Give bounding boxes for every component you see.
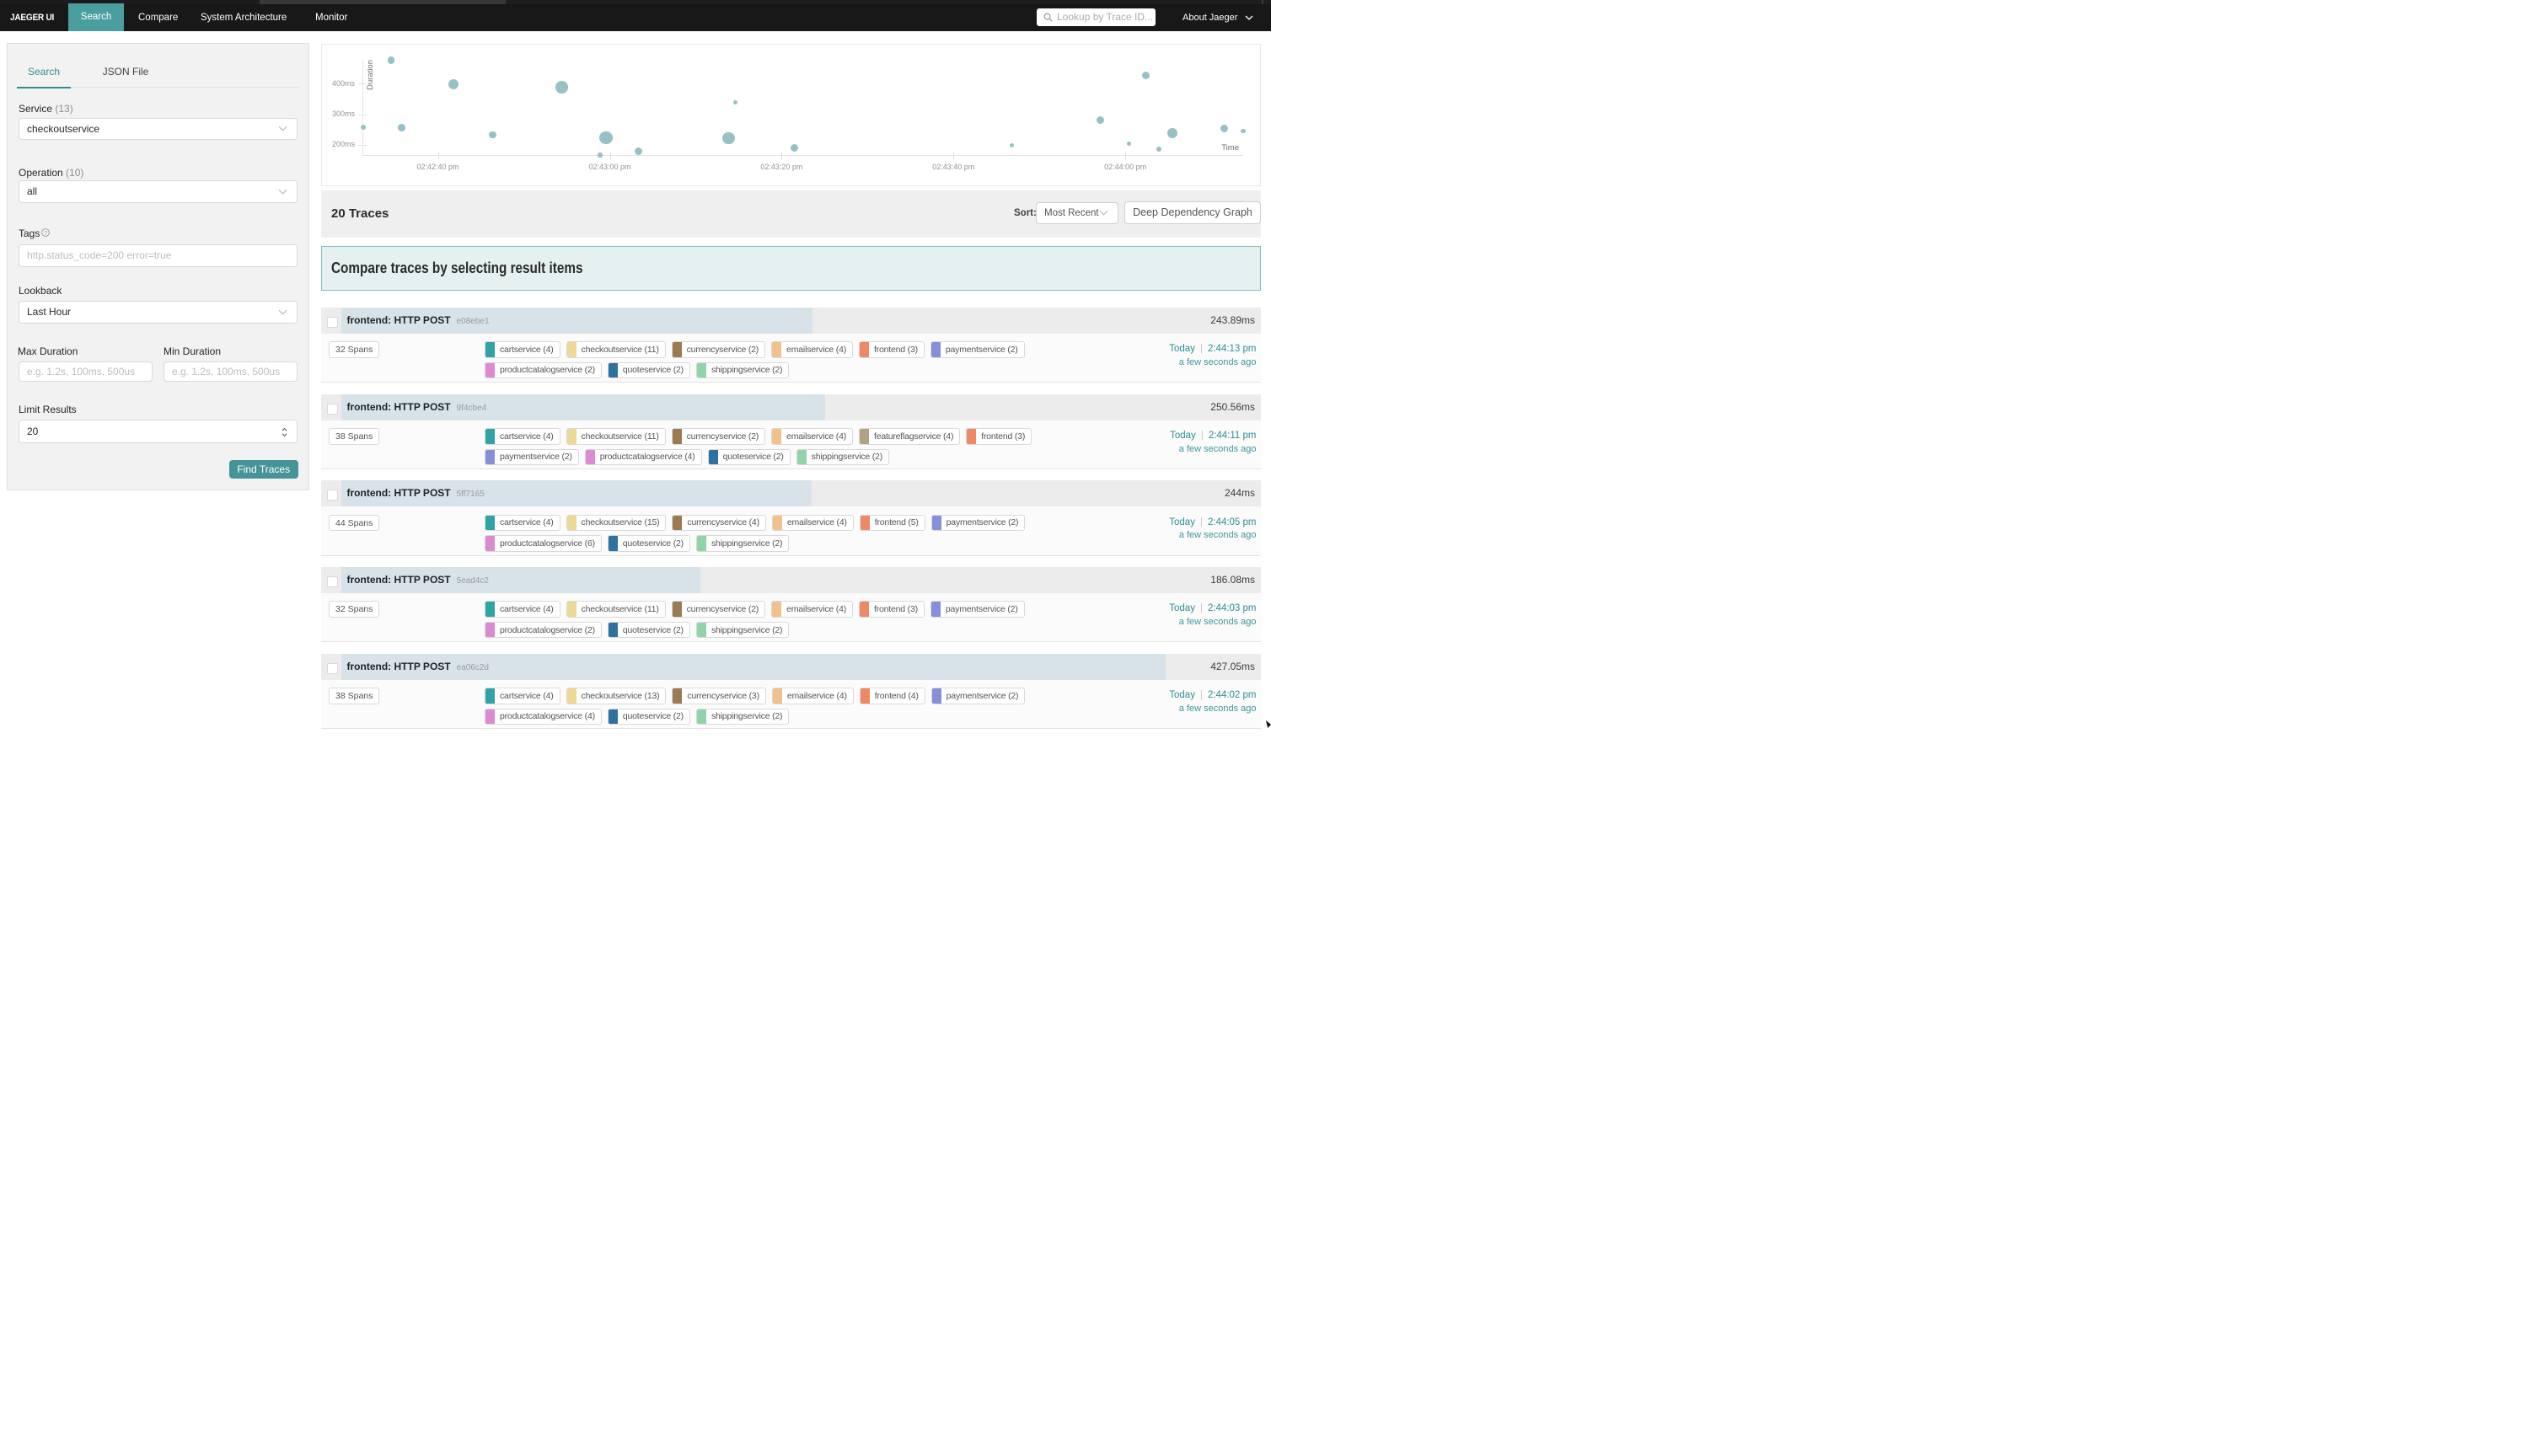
- svg-text:?: ?: [44, 230, 47, 236]
